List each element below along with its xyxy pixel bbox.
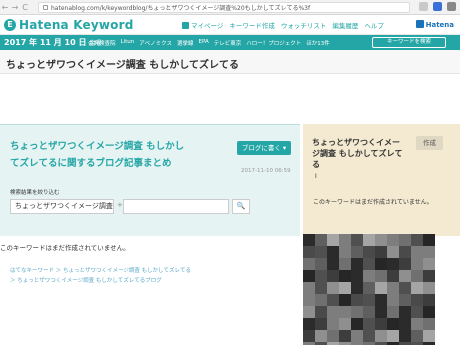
nav-mypage[interactable]: マイページ <box>182 20 223 30</box>
logo-text: Hatena Keyword <box>19 18 134 32</box>
page-title: ちょっとザワつくイメージ調査 もしかしてズレてる <box>6 60 239 71</box>
address-bar[interactable]: hatenablog.com/k/keywordblog/ちょっとザワつくイメー… <box>38 2 410 13</box>
text-cursor-icon: I <box>315 173 317 180</box>
site-header: E Hatena Keyword マイページ キーワード作成 ウォッチリスト 編… <box>0 15 460 35</box>
summary-heading: ちょっとザワつくイメージ調査 もしかしてズレてるに関するブログ記事まとめ <box>10 141 185 169</box>
extension-icon[interactable] <box>433 2 442 11</box>
search-icon[interactable]: 🔍 <box>232 199 250 214</box>
updated-timestamp: 2017-11-10 06:59 <box>241 168 291 174</box>
keyword-filter-input[interactable]: ちょっとザワつくイメージ調査 もしかしてズレてる <box>10 199 114 214</box>
breadcrumb-link[interactable]: はてなキーワード ＞ ちょっとザワつくイメージ調査 もしかしてズレてる <box>10 266 191 276</box>
no-description-text: このキーワードはまだ作成されていません。 <box>0 244 130 252</box>
browser-toolbar: ← → C hatenablog.com/k/keywordblog/ちょっとザ… <box>0 0 460 15</box>
pixelated-ad-image <box>303 234 435 345</box>
write-blog-button[interactable]: ブログに書く ▾ <box>237 141 291 155</box>
create-button[interactable]: 作成 <box>416 136 443 150</box>
extension-icons <box>419 2 456 11</box>
hatena-icon <box>415 20 424 28</box>
plus-icon: + <box>117 201 123 209</box>
nav-watchlist[interactable]: ウォッチリスト <box>281 20 327 30</box>
nav-create-keyword[interactable]: キーワード作成 <box>229 20 275 30</box>
side-no-description-text: このキーワードはまだ作成されていません。 <box>313 199 433 206</box>
nav-edit-history[interactable]: 編集履歴 <box>332 20 358 30</box>
current-date: 2017 年 11 月 10 日 金曜 <box>4 38 102 47</box>
blog-summary-panel: ちょっとザワつくイメージ調査 もしかしてズレてるに関するブログ記事まとめ ブログ… <box>0 124 300 236</box>
trend-item[interactable]: テレビ東京 <box>214 39 242 47</box>
mypage-icon <box>182 22 189 29</box>
trend-item[interactable]: アベノミクス <box>139 39 172 47</box>
trend-item[interactable]: EPA <box>199 39 209 47</box>
back-icon[interactable]: ← <box>0 0 10 15</box>
hatena-logo-icon: E <box>4 19 16 31</box>
title-bar: ちょっとザワつくイメージ調査 もしかしてズレてる <box>0 50 460 74</box>
side-keyword-title: ちょっとザワつくイメージ調査 もしかしてズレてる <box>312 138 403 169</box>
url-text: hatenablog.com/k/keywordblog/ちょっとザワつくイメー… <box>51 5 311 12</box>
date-bar: 2017 年 11 月 10 日 金曜 会計検査院 Litun アベノミクス 選… <box>0 35 460 50</box>
hatena-brand-link[interactable]: Hatena <box>415 20 454 29</box>
filter-label: 検索結果を絞り込む <box>10 190 60 196</box>
trend-item[interactable]: ハロー！プロジェクト <box>246 39 301 47</box>
keyword-search-button[interactable]: キーワードを検索 <box>372 37 446 48</box>
keyword-side-panel: ちょっとザワつくイメージ調査 もしかしてズレてる 作成 I <box>303 124 460 236</box>
bookmark-star-icon[interactable] <box>419 2 428 11</box>
nav-help[interactable]: ヘルプ <box>364 20 384 30</box>
menu-icon[interactable] <box>447 2 456 11</box>
trending-keywords: 会計検査院 Litun アベノミクス 選挙線 EPA テレビ東京 ハロー！プロジ… <box>88 39 330 47</box>
forward-icon[interactable]: → <box>10 0 20 15</box>
reload-icon[interactable]: C <box>20 0 30 15</box>
page-info-icon[interactable] <box>43 5 48 10</box>
breadcrumb-link[interactable]: ＞ ちょっとザワつくイメージ調査 もしかしてズレてるブログ <box>10 276 191 286</box>
trend-item[interactable]: Litun <box>121 39 135 47</box>
trend-item[interactable]: 選挙線 <box>177 39 194 47</box>
trend-item[interactable]: 会計検査院 <box>88 39 116 47</box>
header-nav: マイページ キーワード作成 ウォッチリスト 編集履歴 ヘルプ <box>182 20 384 30</box>
additional-keyword-input[interactable] <box>123 199 229 214</box>
site-logo[interactable]: E Hatena Keyword <box>4 18 134 32</box>
breadcrumb: はてなキーワード ＞ ちょっとザワつくイメージ調査 もしかしてズレてる ＞ ちょ… <box>10 266 191 286</box>
trend-more[interactable]: ほか13件 <box>306 39 330 47</box>
